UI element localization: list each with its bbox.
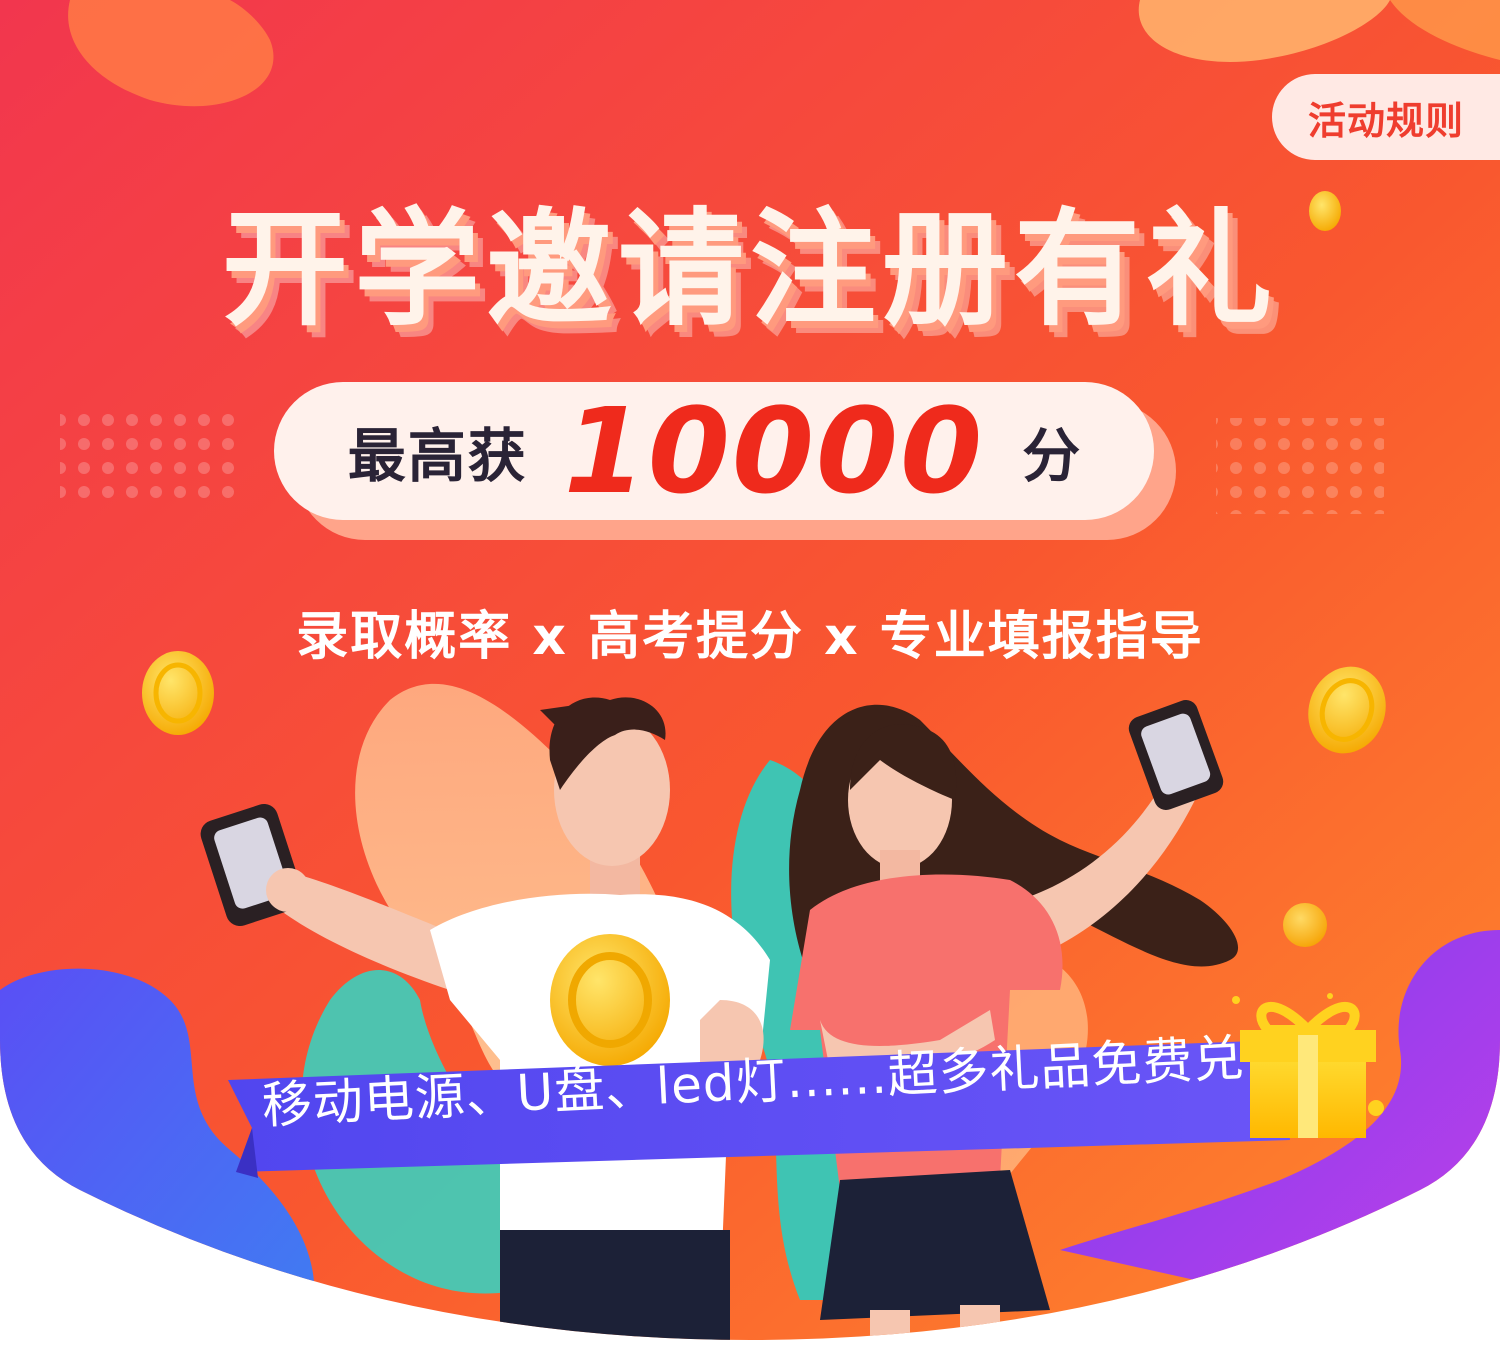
reward-unit: 分 bbox=[1022, 422, 1081, 490]
reward-amount: 10000 bbox=[563, 382, 985, 520]
activity-rules-button[interactable]: 活动规则 bbox=[1272, 74, 1500, 160]
reward-prefix: 最高获 bbox=[347, 422, 528, 490]
benefits-subtitle: 录取概率 x 高考提分 x 专业填报指导 bbox=[296, 607, 1204, 667]
page-title: 开学邀请注册有礼 bbox=[222, 196, 1278, 343]
promo-banner: 活动规则 开学邀请注册有礼 最高获 10000 分 录取概率 x 高考提分 x … bbox=[0, 0, 1500, 1348]
reward-pill: 最高获 10000 分 bbox=[274, 382, 1154, 520]
